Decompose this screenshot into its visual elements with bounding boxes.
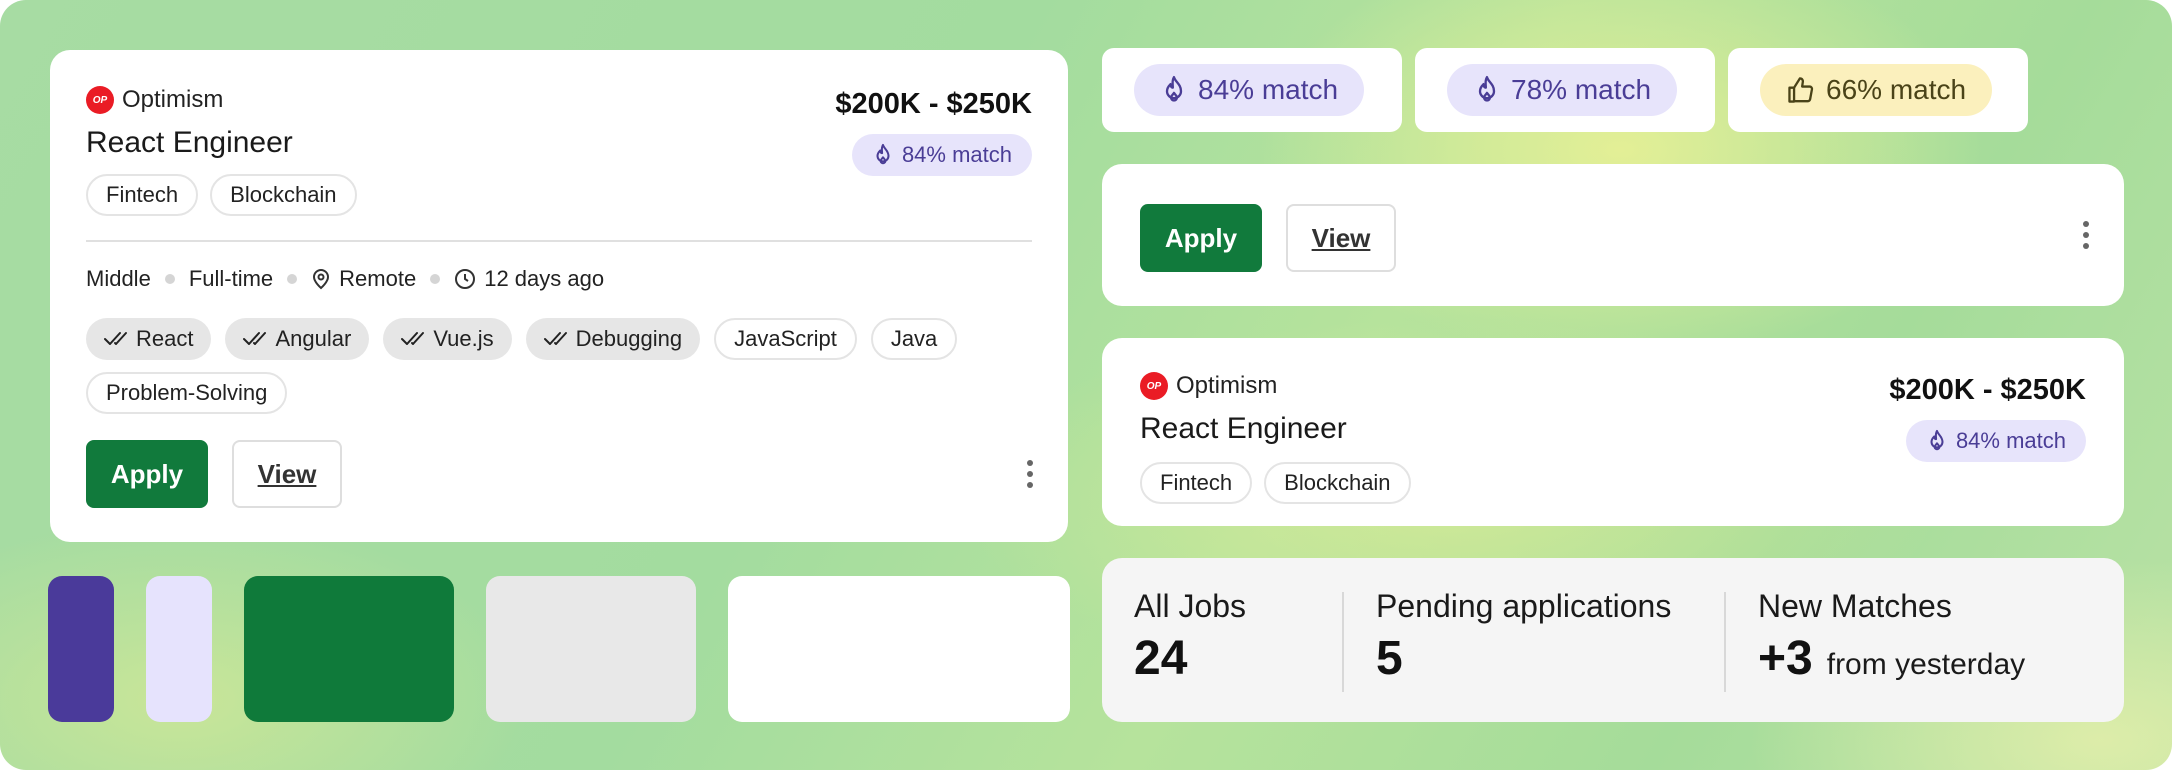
stat-subtext: from yesterday — [1826, 648, 2026, 681]
swatch-white — [728, 576, 1070, 722]
skill-tag: JavaScript — [714, 318, 857, 360]
skill-matched: React — [86, 318, 212, 360]
match-text: 78% match — [1511, 74, 1652, 105]
match-text: 84% match — [1198, 74, 1339, 105]
match-text: 84% match — [901, 142, 1012, 167]
separator-dot — [287, 274, 298, 284]
match-text: 66% match — [1826, 74, 1967, 105]
skill-label: React — [136, 326, 194, 351]
company-row: OP Optimism — [1140, 372, 1277, 400]
job-meta: Middle Full-time Remote 12 days ago — [86, 266, 604, 292]
posted-time: 12 days ago — [454, 266, 604, 292]
clock-icon — [455, 269, 476, 289]
stat-divider — [1342, 592, 1344, 692]
double-check-icon — [401, 332, 425, 345]
flame-icon — [876, 143, 890, 165]
stats-panel: All Jobs 24 Pending applications 5 New M… — [1102, 558, 2124, 722]
match-badge: 84% match — [1905, 420, 2086, 462]
job-title: React Engineer — [1140, 412, 1347, 445]
divider — [86, 240, 1032, 242]
salary: $200K - $250K — [1889, 374, 2086, 406]
stat-pending: Pending applications 5 — [1376, 588, 1671, 686]
swatch-purple — [48, 576, 114, 722]
stat-label: New Matches — [1758, 588, 1952, 624]
view-button[interactable]: View — [232, 440, 342, 508]
flame-icon — [1930, 429, 1944, 451]
stat-label: All Jobs — [1134, 588, 1247, 624]
employment-type: Full-time — [188, 266, 274, 291]
company-row: OP Optimism — [86, 86, 223, 114]
swatch-lavender — [146, 576, 212, 722]
skill-matched: Debugging — [525, 318, 701, 360]
location-text: Remote — [339, 266, 417, 291]
stat-number: +3 — [1758, 632, 1813, 685]
stat-value: 24 — [1134, 632, 1188, 685]
skills-list: React Angular Vue.js Debugging JavaScrip… — [86, 318, 1032, 414]
stat-divider — [1724, 592, 1726, 692]
match-badge: 84% match — [851, 134, 1032, 176]
match-badge-card: 66% match — [1728, 48, 2028, 132]
separator-dot — [164, 274, 175, 284]
skill-label: Debugging — [575, 326, 683, 351]
tag-fintech: Fintech — [86, 174, 199, 216]
match-text: 84% match — [1955, 428, 2066, 453]
company-logo: OP — [1140, 372, 1168, 400]
company-name: Optimism — [1176, 372, 1278, 399]
separator-dot — [430, 274, 441, 284]
stat-all-jobs: All Jobs 24 — [1134, 588, 1246, 686]
tag-fintech: Fintech — [1140, 462, 1253, 504]
job-card[interactable]: OP Optimism React Engineer $200K - $250K… — [50, 50, 1068, 542]
match-badge-84: 84% match — [1134, 64, 1365, 116]
tag-blockchain: Blockchain — [1264, 462, 1411, 504]
double-check-icon — [243, 332, 267, 345]
stat-label: Pending applications — [1376, 588, 1672, 624]
match-badge-78: 78% match — [1447, 64, 1678, 116]
skill-tag: Problem-Solving — [86, 372, 288, 414]
job-card-compact[interactable]: OP Optimism React Engineer $200K - $250K… — [1102, 338, 2124, 526]
skill-tag: Java — [870, 318, 958, 360]
location-pin-icon — [313, 269, 330, 290]
stat-value: +3 from yesterday — [1758, 631, 2025, 686]
stat-new-matches: New Matches +3 from yesterday — [1758, 588, 2025, 686]
skill-matched: Angular — [225, 318, 370, 360]
match-badge-66: 66% match — [1760, 64, 1993, 116]
match-badge-card: 78% match — [1415, 48, 1715, 132]
view-button[interactable]: View — [1286, 204, 1396, 272]
skill-label: Vue.js — [433, 326, 494, 351]
thumbs-up-icon — [1788, 77, 1814, 103]
industry-tags: Fintech Blockchain — [86, 174, 357, 216]
company-logo: OP — [86, 86, 114, 114]
flame-icon — [1478, 75, 1496, 102]
double-check-icon — [104, 332, 127, 345]
swatch-gray — [486, 576, 696, 722]
apply-button[interactable]: Apply — [86, 440, 208, 508]
flame-icon — [1165, 75, 1183, 102]
industry-tags: Fintech Blockchain — [1140, 462, 1411, 504]
skill-matched: Vue.js — [383, 318, 512, 360]
posted-text: 12 days ago — [484, 266, 605, 291]
apply-button[interactable]: Apply — [1140, 204, 1262, 272]
company-name: Optimism — [122, 86, 224, 113]
tag-blockchain: Blockchain — [210, 174, 357, 216]
skill-label: Angular — [275, 326, 352, 351]
match-badge-card: 84% match — [1102, 48, 1402, 132]
stat-value: 5 — [1376, 632, 1403, 685]
level: Middle — [86, 266, 151, 291]
more-options-icon[interactable] — [1018, 456, 1042, 492]
location: Remote — [311, 266, 416, 292]
action-bar: Apply View — [1102, 164, 2124, 306]
salary: $200K - $250K — [835, 88, 1032, 120]
canvas-background: OP Optimism React Engineer $200K - $250K… — [0, 0, 2172, 770]
double-check-icon — [543, 332, 567, 345]
more-options-icon[interactable] — [2074, 217, 2098, 253]
swatch-green — [244, 576, 454, 722]
job-title: React Engineer — [86, 126, 293, 159]
